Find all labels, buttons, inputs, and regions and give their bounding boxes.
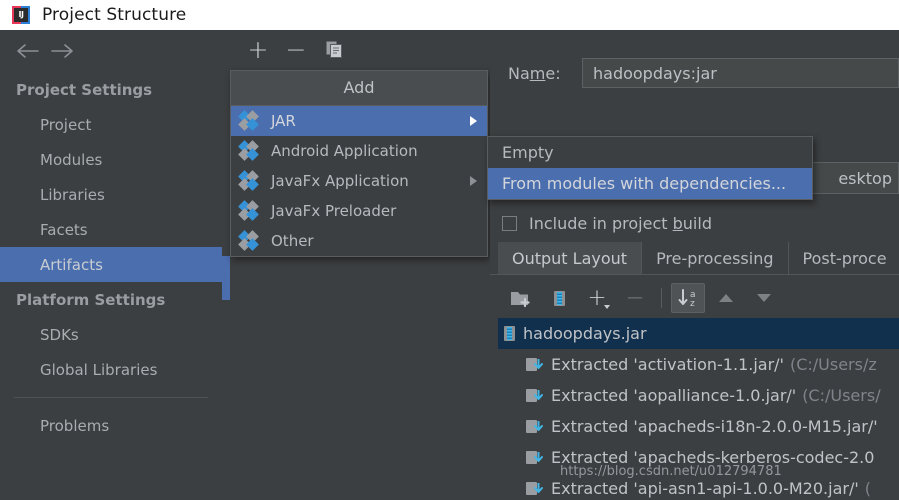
chevron-right-icon (470, 176, 477, 186)
menu-item-other[interactable]: Other (231, 226, 487, 256)
intellij-idea-icon-text: IJ (14, 8, 28, 22)
tree-row-label: hadoopdays.jar (523, 324, 647, 343)
sidebar-list: Project Settings Project Modules Librari… (0, 72, 222, 443)
chevron-down-icon (604, 305, 610, 309)
menu-item-android-application[interactable]: Android Application (231, 136, 487, 166)
menu-item-javafx-preloader-label: JavaFx Preloader (271, 202, 397, 220)
artifacts-toolbar: + − (230, 30, 490, 68)
sidebar-item-modules[interactable]: Modules (0, 142, 222, 177)
tabs-underline (490, 274, 899, 275)
include-in-project-build-label: Include in project build (529, 213, 712, 233)
tree-row[interactable]: Extracted 'aopalliance-1.0.jar/' (C:/Use… (498, 380, 899, 411)
menu-item-other-label: Other (271, 232, 314, 250)
menu-item-javafx-preloader[interactable]: JavaFx Preloader (231, 196, 487, 226)
output-layout-tree: hadoopdays.jar Extracted 'activation-1.1… (498, 318, 899, 500)
forward-arrow-icon[interactable] (46, 38, 80, 64)
tab-output-layout[interactable]: Output Layout (498, 242, 643, 274)
menu-item-javafx-application-label: JavaFx Application (271, 172, 409, 190)
window-title: Project Structure (42, 5, 187, 25)
sidebar-item-global-libraries[interactable]: Global Libraries (0, 352, 222, 387)
tree-row-label: Extracted 'api-asn1-api-1.0.0-M20.jar/' (551, 479, 859, 498)
sidebar-item-artifacts[interactable]: Artifacts (0, 247, 222, 282)
back-arrow-icon[interactable] (12, 38, 46, 64)
artifact-diamond-icon (238, 140, 263, 161)
menu-item-jar-label: JAR (271, 112, 296, 130)
settings-sidebar: Project Settings Project Modules Librari… (0, 30, 230, 500)
extract-icon (526, 450, 543, 465)
artifact-name-input[interactable]: hadoopdays:jar (582, 58, 899, 88)
arrow-up-icon[interactable] (709, 283, 743, 313)
intellij-idea-icon: IJ (12, 6, 30, 24)
output-layout-toolbar: + − a z (498, 280, 899, 316)
tree-row-path: (C:/Users/ (802, 386, 881, 405)
window-titlebar: IJ Project Structure (0, 0, 899, 30)
artifact-diamond-icon (238, 110, 263, 131)
artifacts-list-panel: + − Add JAR Android Application JavaFx A… (230, 30, 490, 500)
sort-alpha-icon[interactable]: a z (671, 283, 705, 313)
remove-element-button[interactable]: − (618, 283, 652, 313)
artifact-name-label: Name: (508, 63, 561, 83)
artifact-diamond-icon (238, 230, 263, 251)
artifact-name-row: Name: hadoopdays:jar (490, 56, 899, 90)
tree-row[interactable]: hadoopdays.jar (498, 318, 899, 349)
tree-row[interactable]: Extracted 'apacheds-i18n-2.0.0-M15.jar/' (498, 411, 899, 442)
sidebar-navigation (0, 30, 222, 72)
folder-add-icon[interactable] (504, 283, 538, 313)
tree-row-label: Extracted 'apacheds-i18n-2.0.0-M15.jar/' (551, 417, 878, 436)
tree-row-label: Extracted 'activation-1.1.jar/' (551, 355, 784, 374)
svg-text:z: z (690, 299, 695, 309)
sidebar-item-libraries[interactable]: Libraries (0, 177, 222, 212)
tab-pre-processing[interactable]: Pre-processing (642, 242, 789, 274)
chevron-right-icon (470, 116, 477, 126)
tree-row[interactable]: Extracted 'activation-1.1.jar/' (C:/User… (498, 349, 899, 380)
add-artifact-menu: Add JAR Android Application JavaFx Appli… (230, 70, 488, 257)
sidebar-divider (14, 397, 208, 398)
artifact-diamond-icon (238, 200, 263, 221)
add-element-button[interactable]: + (580, 283, 614, 313)
tab-post-processing[interactable]: Post-proce (788, 242, 899, 274)
menu-item-javafx-application[interactable]: JavaFx Application (231, 166, 487, 196)
jar-archive-icon (504, 326, 515, 341)
extract-icon (526, 357, 543, 372)
menu-item-android-application-label: Android Application (271, 142, 418, 160)
artifact-details-panel: Name: hadoopdays:jar esktop Include in p… (490, 30, 899, 500)
sidebar-item-project[interactable]: Project (0, 107, 222, 142)
toolbar-separator (661, 288, 662, 308)
submenu-item-empty[interactable]: Empty (488, 137, 812, 168)
extract-icon (526, 388, 543, 403)
extract-icon (526, 419, 543, 434)
tree-row-path: ( (864, 479, 871, 498)
remove-artifact-button[interactable]: − (280, 35, 312, 63)
add-menu-title: Add (231, 71, 487, 106)
dialog-body: Project Settings Project Modules Librari… (0, 30, 899, 500)
sidebar-group-project-settings: Project Settings (16, 80, 153, 99)
jar-archive-icon[interactable] (542, 283, 576, 313)
menu-item-jar[interactable]: JAR (231, 106, 487, 136)
add-artifact-button[interactable]: + (242, 35, 274, 63)
tree-row[interactable]: Extracted 'apacheds-kerberos-codec-2.0 (498, 442, 899, 473)
artifact-tabs: Output Layout Pre-processing Post-proce (498, 242, 899, 274)
sidebar-item-facets[interactable]: Facets (0, 212, 222, 247)
artifact-diamond-icon (238, 170, 263, 191)
sidebar-scrollbar-thumb[interactable] (222, 256, 230, 300)
sidebar-item-sdks[interactable]: SDKs (0, 317, 222, 352)
include-in-project-build-checkbox[interactable] (502, 215, 517, 231)
tree-row-path: (C:/Users/z (789, 355, 877, 374)
tree-row-label: Extracted 'apacheds-kerberos-codec-2.0 (551, 448, 875, 467)
sidebar-scrollbar[interactable] (222, 42, 230, 500)
sidebar-item-problems[interactable]: Problems (0, 408, 222, 443)
project-structure-window: IJ Project Structure Project Settings Pr… (0, 0, 899, 500)
arrow-down-icon[interactable] (747, 283, 781, 313)
sidebar-group-platform-settings: Platform Settings (16, 290, 166, 309)
extract-icon (526, 481, 543, 496)
include-in-project-build-row[interactable]: Include in project build (502, 210, 712, 236)
jar-submenu: Empty From modules with dependencies... (487, 136, 813, 200)
tree-row-label: Extracted 'aopalliance-1.0.jar/' (551, 386, 797, 405)
copy-icon[interactable] (318, 35, 350, 63)
submenu-item-from-modules-with-dependencies[interactable]: From modules with dependencies... (488, 168, 812, 199)
tree-row[interactable]: Extracted 'api-asn1-api-1.0.0-M20.jar/' … (498, 473, 899, 500)
